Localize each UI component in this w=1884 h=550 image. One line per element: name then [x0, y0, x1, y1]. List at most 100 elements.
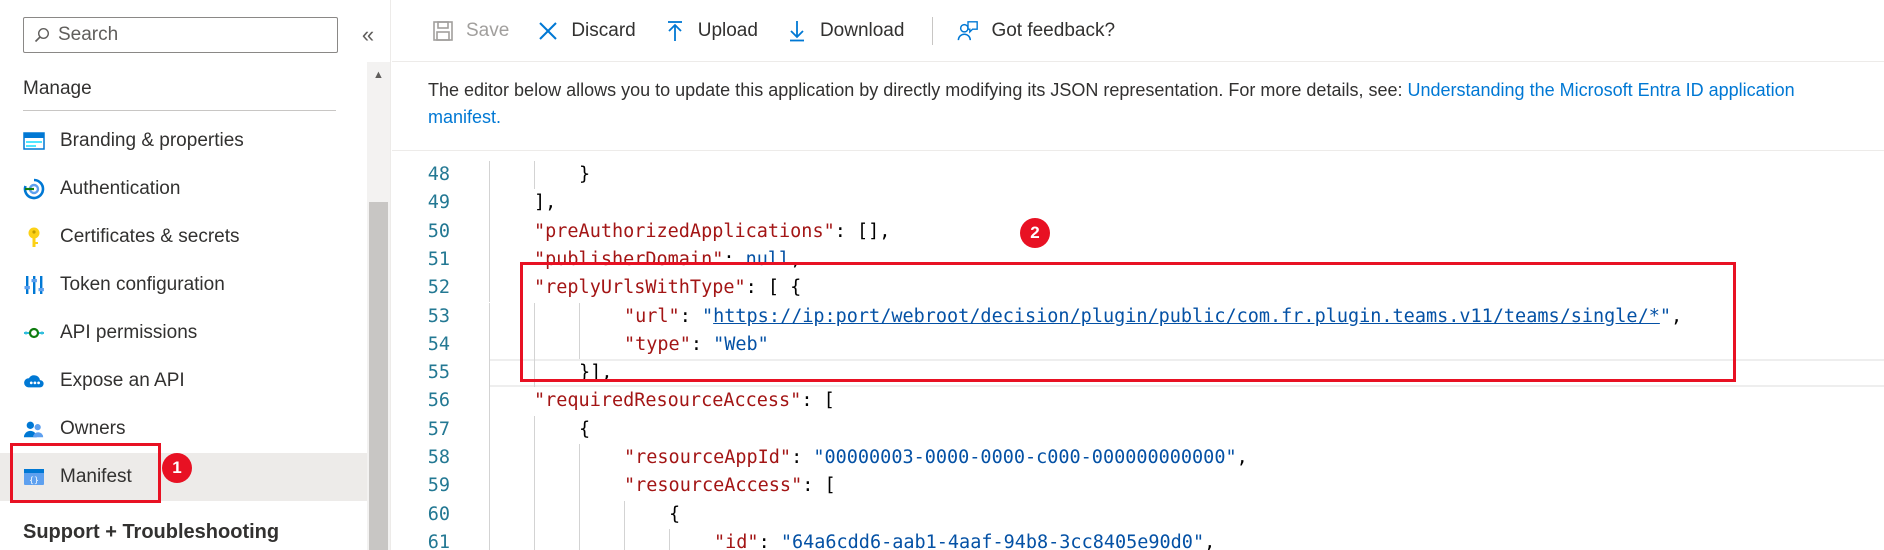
command-bar: Save Discard Upload Download Got feedbac… [392, 0, 1884, 62]
code-token: , [1204, 531, 1216, 550]
feedback-label: Got feedback? [991, 19, 1116, 41]
code-text: "requiredResourceAccess": [ [534, 387, 835, 415]
sidebar-item-certificates[interactable]: Certificates & secrets [0, 213, 367, 261]
api-permissions-icon [23, 322, 45, 344]
code-token: : [758, 531, 781, 550]
sidebar-scrollbar[interactable]: ▲ [367, 62, 390, 550]
annotation-box-reply-urls [520, 262, 1736, 382]
code-token: : [ [802, 475, 836, 497]
annotation-box-manifest [10, 443, 161, 503]
line-number: 56 [427, 390, 450, 412]
line-number: 54 [427, 333, 450, 355]
code-line[interactable]: 49], [392, 189, 1884, 217]
sidebar-item-label: Certificates & secrets [60, 226, 240, 247]
sidebar-item-api-permissions[interactable]: API permissions [0, 309, 367, 357]
code-line[interactable]: 57 { [392, 416, 1884, 444]
token-config-icon [23, 274, 45, 296]
line-number: 55 [427, 362, 450, 384]
line-number: 59 [427, 475, 450, 497]
sidebar-item-label: Branding & properties [60, 130, 244, 151]
code-token: } [579, 164, 591, 185]
key-icon [23, 226, 45, 248]
discard-button[interactable]: Discard [537, 11, 636, 51]
line-number: 53 [427, 305, 450, 327]
sidebar-item-expose-api[interactable]: Expose an API [0, 357, 367, 405]
sidebar-item-label: API permissions [60, 322, 198, 343]
code-text: "preAuthorizedApplications": [], [534, 218, 890, 246]
line-number: 50 [427, 220, 450, 242]
sidebar-item-token-configuration[interactable]: Token configuration [0, 261, 367, 309]
code-token: { [579, 418, 591, 440]
code-token: : [791, 447, 814, 468]
code-line[interactable]: 58 "resourceAppId": "00000003-0000-0000-c… [392, 444, 1884, 472]
upload-button[interactable]: Upload [664, 11, 758, 51]
download-button[interactable]: Download [786, 11, 905, 51]
line-number: 49 [427, 192, 450, 214]
section-divider [23, 110, 336, 111]
code-token: "preAuthorizedApplications" [534, 220, 835, 242]
line-number: 60 [427, 503, 450, 525]
search-box[interactable] [23, 17, 338, 53]
code-token: "64a6cdd6-aab1-4aaf-94b8-3cc8405e90d0" [780, 531, 1205, 550]
code-token: : [], [834, 220, 891, 242]
cloud-icon [23, 370, 45, 392]
upload-icon [667, 20, 682, 41]
line-number: 57 [427, 418, 450, 440]
download-icon [789, 20, 804, 41]
scrollbar-thumb[interactable] [369, 202, 388, 550]
sidebar-item-branding[interactable]: Branding & properties [0, 117, 367, 165]
sidebar-item-label: Authentication [60, 178, 181, 199]
line-number: 48 [427, 164, 450, 185]
code-text: { [669, 501, 680, 529]
section-heading-support: Support + Troubleshooting [23, 521, 280, 543]
discard-label: Discard [571, 19, 636, 41]
authentication-icon [23, 178, 45, 200]
download-label: Download [819, 19, 905, 41]
discard-x-icon [539, 21, 558, 40]
section-heading-manage: Manage [23, 78, 92, 99]
save-icon [433, 20, 453, 41]
scroll-up-arrow-icon[interactable]: ▲ [367, 68, 390, 82]
code-token: ], [534, 192, 557, 214]
line-number: 58 [427, 447, 450, 468]
manifest-description: The editor below allows you to update th… [428, 77, 1828, 131]
code-token: "resourceAccess" [624, 475, 803, 497]
code-token: , [1236, 447, 1248, 468]
branding-icon [23, 130, 45, 152]
sidebar-item-label: Owners [60, 418, 126, 439]
code-line[interactable]: 56 "requiredResourceAccess": [ [392, 387, 1884, 415]
feedback-button[interactable]: Got feedback? [957, 11, 1115, 51]
code-text: } [579, 161, 590, 189]
search-input[interactable] [58, 24, 318, 46]
description-text: The editor below allows you to update th… [428, 80, 1408, 100]
code-line[interactable]: 60 { [392, 501, 1884, 529]
code-token: : [ [801, 390, 835, 412]
code-line[interactable]: 48} [392, 161, 1884, 189]
save-button[interactable]: Save [432, 11, 509, 51]
code-token: "id" [714, 531, 759, 550]
sidebar-item-label: Token configuration [60, 274, 225, 295]
code-token: { [669, 503, 681, 525]
code-text: ], [534, 189, 556, 217]
save-label: Save [466, 19, 510, 41]
line-number: 52 [427, 277, 450, 299]
search-icon [34, 27, 50, 43]
code-line[interactable]: 50 "preAuthorizedApplications": [], [392, 218, 1884, 246]
code-token: "requiredResourceAccess" [534, 390, 802, 412]
line-number: 61 [427, 531, 450, 550]
code-text: "resourceAppId": "00000003-0000-0000-c00… [624, 444, 1248, 472]
code-line[interactable]: 61 "id": "64a6cdd6-aab1-4aaf-94b8-3cc8405… [392, 529, 1884, 550]
line-number: 51 [427, 248, 450, 270]
code-text: "resourceAccess": [ [624, 472, 836, 500]
code-line[interactable]: 59 "resourceAccess": [ [392, 472, 1884, 500]
collapse-sidebar-icon[interactable]: « [357, 20, 379, 50]
annotation-badge-1: 1 [162, 453, 192, 483]
code-text: { [579, 416, 590, 444]
feedback-icon [958, 20, 979, 40]
code-token: "resourceAppId" [624, 447, 792, 468]
sidebar-item-authentication[interactable]: Authentication [0, 165, 367, 213]
owners-icon [23, 418, 45, 440]
code-text: "id": "64a6cdd6-aab1-4aaf-94b8-3cc8405e9… [714, 529, 1215, 550]
code-token: "00000003-0000-0000-c000-000000000000" [813, 447, 1237, 468]
sidebar-item-label: Expose an API [60, 370, 185, 391]
